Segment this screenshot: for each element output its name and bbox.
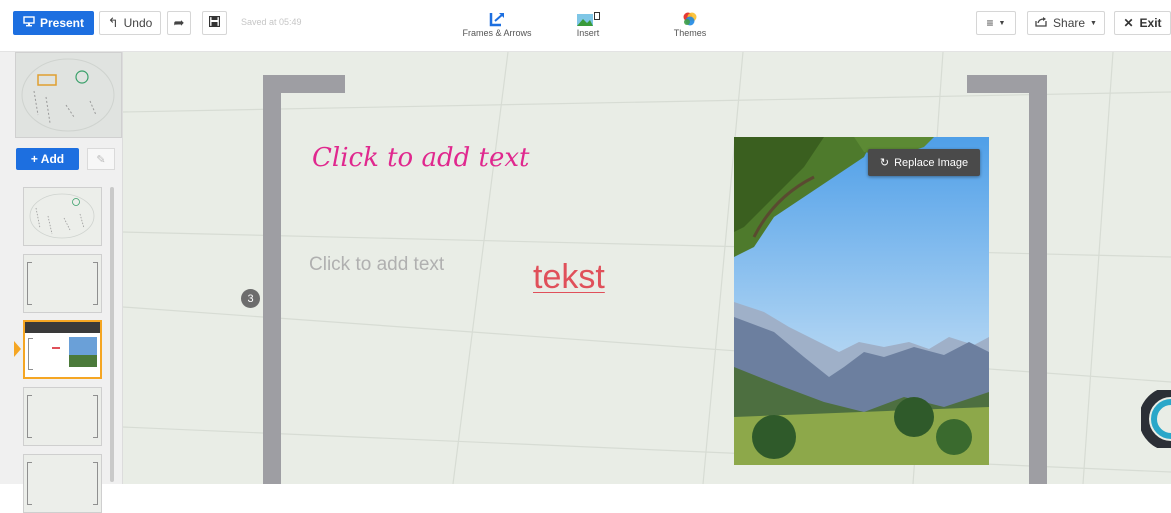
- help-logo-icon[interactable]: [1139, 387, 1171, 453]
- overview-thumbnail[interactable]: [15, 52, 122, 138]
- monitor-icon: [23, 16, 35, 30]
- themes-palette-icon: [681, 10, 699, 28]
- body-text-box[interactable]: tekst: [533, 258, 605, 297]
- replace-image-label: Replace Image: [894, 156, 969, 169]
- frame-left-bracket-top: [263, 75, 345, 93]
- active-slide-pointer: [14, 341, 21, 357]
- slide-thumbnail-1[interactable]: [23, 187, 102, 246]
- refresh-icon: ↻: [879, 157, 890, 169]
- presentation-canvas[interactable]: 3 Click to add text Click to add text te…: [123, 52, 1171, 484]
- frame-right-bracket[interactable]: [1029, 75, 1047, 484]
- thumbnail-picture: [69, 337, 97, 367]
- exit-button[interactable]: ✕ Exit: [1114, 11, 1171, 35]
- present-label: Present: [39, 16, 85, 30]
- thumbnail-header-bar: [25, 322, 100, 333]
- saved-status: Saved at 05:49: [241, 17, 302, 27]
- slide-thumbnail-2[interactable]: [23, 254, 102, 313]
- thumbnails-scrollbar[interactable]: [110, 187, 114, 482]
- slide-thumbnail-3[interactable]: [23, 320, 102, 379]
- exit-label: Exit: [1139, 16, 1162, 30]
- top-toolbar: Present ↰ Undo ➦ Saved at 05:49 Frames &…: [0, 0, 1171, 52]
- chevron-down-icon: ▼: [1090, 19, 1097, 27]
- frames-arrows-tool[interactable]: Frames & Arrows: [452, 10, 542, 38]
- undo-button[interactable]: ↰ Undo: [99, 11, 161, 35]
- add-slide-button[interactable]: + Add: [16, 148, 79, 170]
- insert-tool[interactable]: Insert: [566, 10, 610, 38]
- edit-path-button[interactable]: ✎: [87, 148, 115, 170]
- save-button[interactable]: [202, 11, 227, 35]
- floppy-disk-icon: [208, 15, 221, 30]
- redo-arrow-icon: ➦: [173, 15, 185, 30]
- slide-thumbnail-4[interactable]: [23, 387, 102, 446]
- landscape-photo[interactable]: [734, 137, 989, 465]
- present-button[interactable]: Present: [13, 11, 94, 35]
- redo-button[interactable]: ➦: [167, 11, 191, 35]
- path-step-number[interactable]: 3: [241, 289, 260, 308]
- share-icon: [1035, 16, 1047, 30]
- frame-left-bracket[interactable]: [263, 75, 281, 484]
- insert-image-icon: [575, 10, 601, 28]
- insert-label: Insert: [576, 28, 600, 38]
- frames-arrows-label: Frames & Arrows: [462, 28, 532, 38]
- frames-arrows-icon: [489, 10, 505, 28]
- hamburger-menu-icon: ≡: [986, 16, 994, 30]
- themes-label: Themes: [673, 28, 707, 38]
- body-placeholder[interactable]: Click to add text: [309, 254, 444, 276]
- share-label: Share: [1053, 16, 1086, 30]
- thumbnail-text-mark: [52, 347, 60, 349]
- close-icon: ✕: [1123, 16, 1134, 30]
- slides-sidebar: + Add ✎: [0, 52, 123, 513]
- themes-tool[interactable]: Themes: [666, 10, 714, 38]
- chevron-down-icon: ▼: [998, 19, 1006, 27]
- share-button[interactable]: Share ▼: [1027, 11, 1105, 35]
- replace-image-button[interactable]: ↻ Replace Image: [868, 149, 980, 176]
- title-placeholder[interactable]: Click to add text: [312, 143, 529, 173]
- undo-arrow-icon: ↰: [107, 15, 119, 30]
- pencil-icon: ✎: [96, 153, 106, 166]
- menu-button[interactable]: ≡ ▼: [976, 11, 1016, 35]
- undo-label: Undo: [123, 16, 153, 30]
- frame-right-bracket-top: [967, 75, 1047, 93]
